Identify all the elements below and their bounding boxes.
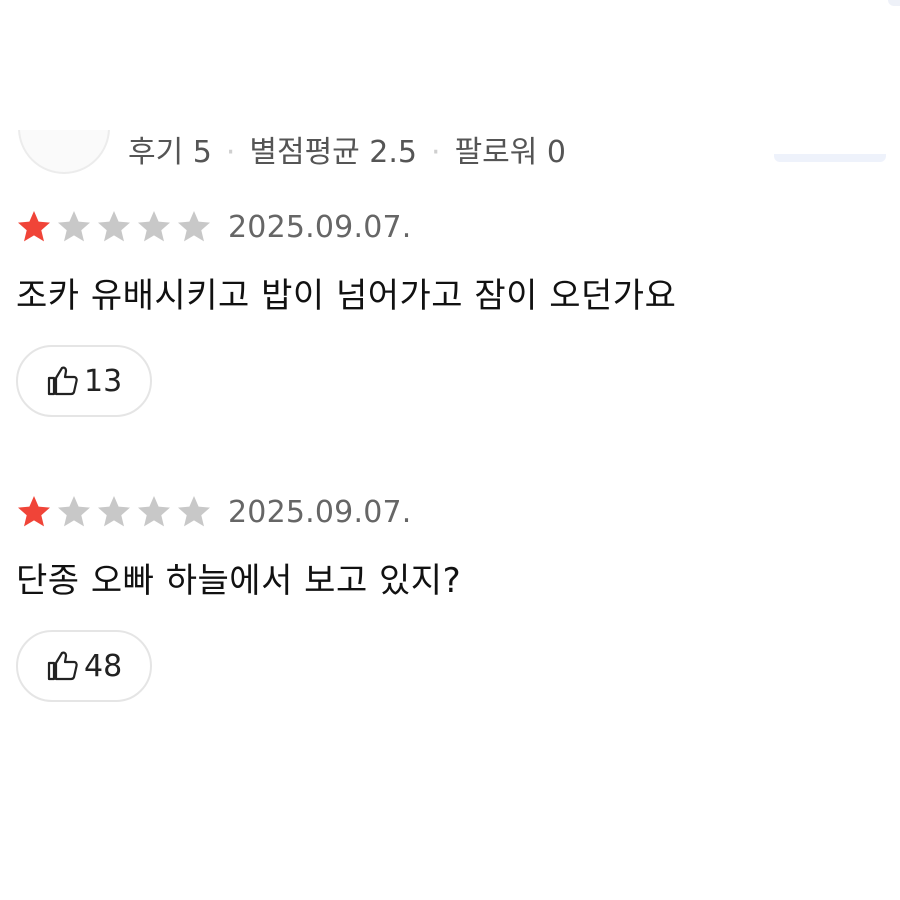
review-date: 2025.09.07.: [228, 209, 412, 245]
star-empty-icon: [58, 211, 90, 242]
stat-separator: ·: [431, 135, 441, 167]
avatar[interactable]: [18, 130, 110, 174]
like-count: 48: [84, 648, 123, 684]
follower-count-stat: 팔로워 0: [454, 135, 567, 167]
follow-button[interactable]: [774, 154, 886, 162]
review-text: 단종 오빠 하늘에서 보고 있지?: [16, 561, 462, 601]
review-date: 2025.09.07.: [228, 494, 412, 530]
rating-row: 2025.09.07.: [16, 490, 412, 534]
profile-header: 후기 5 · 별점평균 2.5 · 팔로워 0: [0, 130, 900, 175]
star-filled-icon: [18, 211, 50, 242]
star-empty-icon: [138, 496, 170, 527]
thumbs-up-icon: [47, 366, 78, 396]
like-button[interactable]: 13: [16, 345, 153, 417]
profile-stats: 후기 5 · 별점평균 2.5 · 팔로워 0: [128, 133, 566, 167]
thumbs-up-icon: [47, 651, 78, 681]
star-empty-icon: [138, 211, 170, 242]
star-empty-icon: [178, 496, 210, 527]
top-corner-decoration: [888, 0, 900, 6]
star-empty-icon: [178, 211, 210, 242]
rating-row: 2025.09.07.: [16, 205, 412, 249]
star-rating: [16, 209, 216, 245]
review-text: 조카 유배시키고 밥이 넘어가고 잠이 오던가요: [16, 276, 677, 316]
star-empty-icon: [98, 211, 130, 242]
stat-separator: ·: [225, 135, 236, 167]
review-count-stat: 후기 5: [128, 135, 212, 167]
star-filled-icon: [18, 496, 50, 527]
like-count: 13: [84, 363, 123, 399]
average-rating-stat: 별점평균 2.5: [249, 135, 418, 167]
like-button[interactable]: 48: [16, 630, 153, 702]
star-rating: [16, 494, 216, 530]
star-empty-icon: [98, 496, 130, 527]
star-empty-icon: [58, 496, 90, 527]
